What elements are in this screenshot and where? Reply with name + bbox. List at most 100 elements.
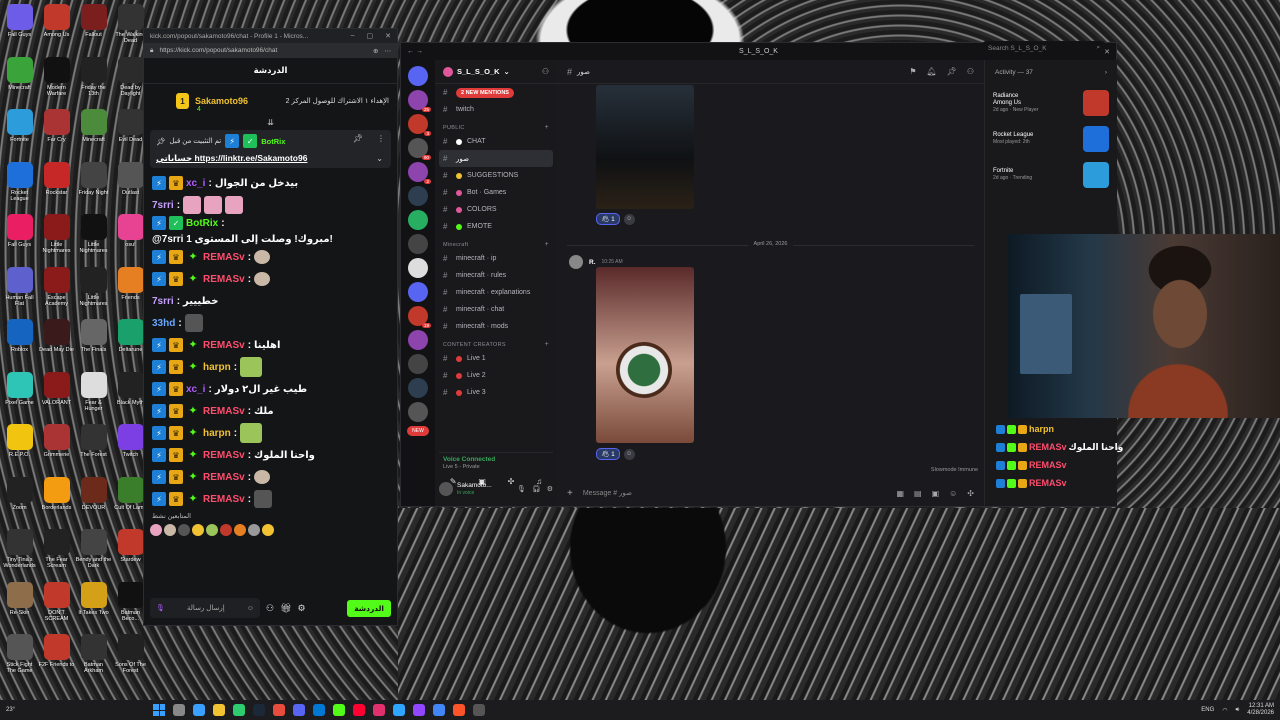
server-icon[interactable]	[408, 378, 428, 398]
voice-channel[interactable]: Live 5 - Private	[439, 463, 553, 471]
desktop-shortcut[interactable]: Minecraft	[1, 53, 38, 106]
desktop-shortcut[interactable]: Among Us	[38, 0, 75, 53]
add-member-icon[interactable]: ⚇	[542, 67, 549, 76]
chat-emote[interactable]	[240, 357, 263, 377]
bot-badge-icon[interactable]: ⚡	[152, 338, 166, 352]
desktop-shortcut[interactable]: Tiny Tina's Wonderlands	[1, 525, 38, 578]
emoji-icon[interactable]: ☺	[949, 489, 957, 498]
file-explorer-icon[interactable]	[213, 704, 226, 716]
threads-icon[interactable]: ⚑	[909, 67, 916, 76]
bot-badge-icon[interactable]: ⚡	[152, 404, 166, 418]
desktop-shortcut[interactable]: DON'T SCREAM	[38, 578, 75, 631]
sparkle-badge-icon[interactable]: ✦	[186, 426, 200, 440]
desktop-shortcut[interactable]: Fall Guys	[1, 210, 38, 263]
chat-emote[interactable]	[204, 196, 223, 214]
desktop-shortcut[interactable]: Friday Night	[75, 158, 112, 211]
desktop-shortcut[interactable]: Re-Skin	[1, 578, 38, 631]
language-indicator[interactable]: ENG	[1201, 707, 1214, 713]
verified-badge-icon[interactable]: ✓	[169, 216, 183, 230]
sparkle-badge-icon[interactable]: ✦	[186, 470, 200, 484]
pinned-more-icon[interactable]: ⋮	[377, 134, 385, 143]
bell-icon[interactable]: 🔔︎	[927, 67, 937, 76]
chat-username[interactable]: xc_i	[186, 177, 205, 190]
desktop-shortcut[interactable]: Fear & Hunger	[75, 368, 112, 421]
crown-badge-icon[interactable]: ♛	[169, 492, 183, 506]
desktop-shortcut[interactable]: Grimmerie	[38, 420, 75, 473]
sparkle-badge-icon[interactable]: ✦	[186, 338, 200, 352]
instagram-icon[interactable]	[373, 704, 386, 716]
chat-username[interactable]: 7srri	[152, 295, 174, 308]
chat-username[interactable]: REMASv	[203, 471, 245, 484]
back-arrow-icon[interactable]: ← →	[407, 48, 423, 55]
crown-badge-icon[interactable]: ♛	[169, 426, 183, 440]
server-icon[interactable]	[408, 258, 428, 278]
bot-badge-icon[interactable]: ⚡	[152, 448, 166, 462]
desktop-shortcut[interactable]: Bendy and the Dark	[75, 525, 112, 578]
channel-item[interactable]: # Live 1	[435, 350, 557, 367]
kick-icon[interactable]	[333, 704, 346, 716]
server-icon[interactable]: 19	[408, 306, 431, 328]
bot-badge-icon[interactable]: ⚡	[152, 216, 166, 230]
bot-badge-icon[interactable]: ⚡	[152, 176, 166, 190]
desktop-shortcut[interactable]: VALORANT	[38, 368, 75, 421]
desktop-shortcut[interactable]: Stick Fight The Game	[1, 630, 38, 683]
more-icon[interactable]: ⋯	[385, 47, 392, 55]
desktop-shortcut[interactable]: Borderlands	[38, 473, 75, 526]
apps-icon[interactable]: ✣	[967, 489, 974, 498]
add-channel-icon[interactable]: +	[545, 341, 549, 348]
desktop-shortcut[interactable]: DEVOUR	[75, 473, 112, 526]
desktop-shortcut[interactable]: The Fear Scream	[38, 525, 75, 578]
chat-username[interactable]: xc_i	[186, 383, 205, 396]
xbox-icon[interactable]	[233, 704, 246, 716]
crown-badge-icon[interactable]: ♛	[169, 404, 183, 418]
reaction-pill[interactable]: 👋︎ 1	[596, 213, 620, 225]
search-icon[interactable]	[173, 704, 186, 716]
desktop-shortcut[interactable]: Fall Guys	[1, 0, 38, 53]
chevron-right-icon[interactable]: ›	[1105, 69, 1107, 76]
desktop-shortcut[interactable]: Modern Warfare	[38, 53, 75, 106]
gif-icon[interactable]: ▤	[914, 489, 922, 498]
bot-badge-icon[interactable]: ⚡	[152, 360, 166, 374]
channel-item[interactable]: # Live 2	[435, 367, 557, 384]
mic-icon[interactable]: 🎙︎	[517, 485, 526, 493]
bot-badge-icon[interactable]: ⚡	[152, 470, 166, 484]
server-icon[interactable]: 2	[408, 162, 431, 184]
desktop-shortcut[interactable]: Roblox	[1, 315, 38, 368]
server-icon[interactable]: 90	[408, 138, 431, 160]
chat-username[interactable]: REMASv	[203, 339, 245, 352]
collapse-chevron-icon[interactable]: ⇊	[144, 118, 397, 130]
image-attachment-cake[interactable]	[596, 267, 694, 443]
crown-badge-icon[interactable]: ♛	[169, 470, 183, 484]
gift-icon[interactable]: 🎁︎	[280, 603, 291, 614]
desktop-shortcut[interactable]: The Forest	[75, 420, 112, 473]
chat-username[interactable]: harpn	[203, 361, 231, 374]
desktop-shortcut[interactable]: Sons Of The Forest	[112, 630, 149, 683]
weather-widget[interactable]: 23°	[6, 707, 15, 713]
steam-icon[interactable]	[253, 704, 266, 716]
channel-item[interactable]: # Bot · Games	[435, 184, 557, 201]
channel-item[interactable]: # minecraft · mods	[435, 318, 557, 335]
twitch-icon[interactable]	[413, 704, 426, 716]
desktop-shortcut[interactable]: Batman Arkham	[75, 630, 112, 683]
chat-emote[interactable]	[254, 490, 273, 508]
headphones-icon[interactable]: 🎧︎	[532, 485, 541, 493]
chat-send-button[interactable]: الدردشة	[347, 599, 391, 617]
chrome-icon[interactable]	[433, 704, 446, 716]
pin-icon[interactable]: 📌︎	[947, 67, 957, 76]
desktop-shortcut[interactable]: Little Nightmares	[75, 210, 112, 263]
settings-gear-icon[interactable]: ⚙	[298, 603, 306, 614]
channel-item[interactable]: # Live 3	[435, 384, 557, 401]
youtube-icon[interactable]	[353, 704, 366, 716]
desktop-shortcut[interactable]: Zoom	[1, 473, 38, 526]
crown-badge-icon[interactable]: ♛	[169, 448, 183, 462]
desktop-shortcut[interactable]: F2F Friends to	[38, 630, 75, 683]
image-attachment-palms[interactable]	[596, 85, 694, 209]
sticker-icon[interactable]: ▣	[932, 489, 940, 498]
crown-badge-icon[interactable]: ♛	[169, 382, 183, 396]
server-icon[interactable]	[408, 354, 428, 374]
crown-badge-icon[interactable]: ♛	[169, 176, 183, 190]
edge-icon[interactable]	[313, 704, 326, 716]
desktop-shortcut[interactable]: Friday the 13th	[75, 53, 112, 106]
channel-item[interactable]: # minecraft · rules	[435, 267, 557, 284]
activity-card[interactable]: Rocket League Most played: 2th	[993, 122, 1109, 156]
